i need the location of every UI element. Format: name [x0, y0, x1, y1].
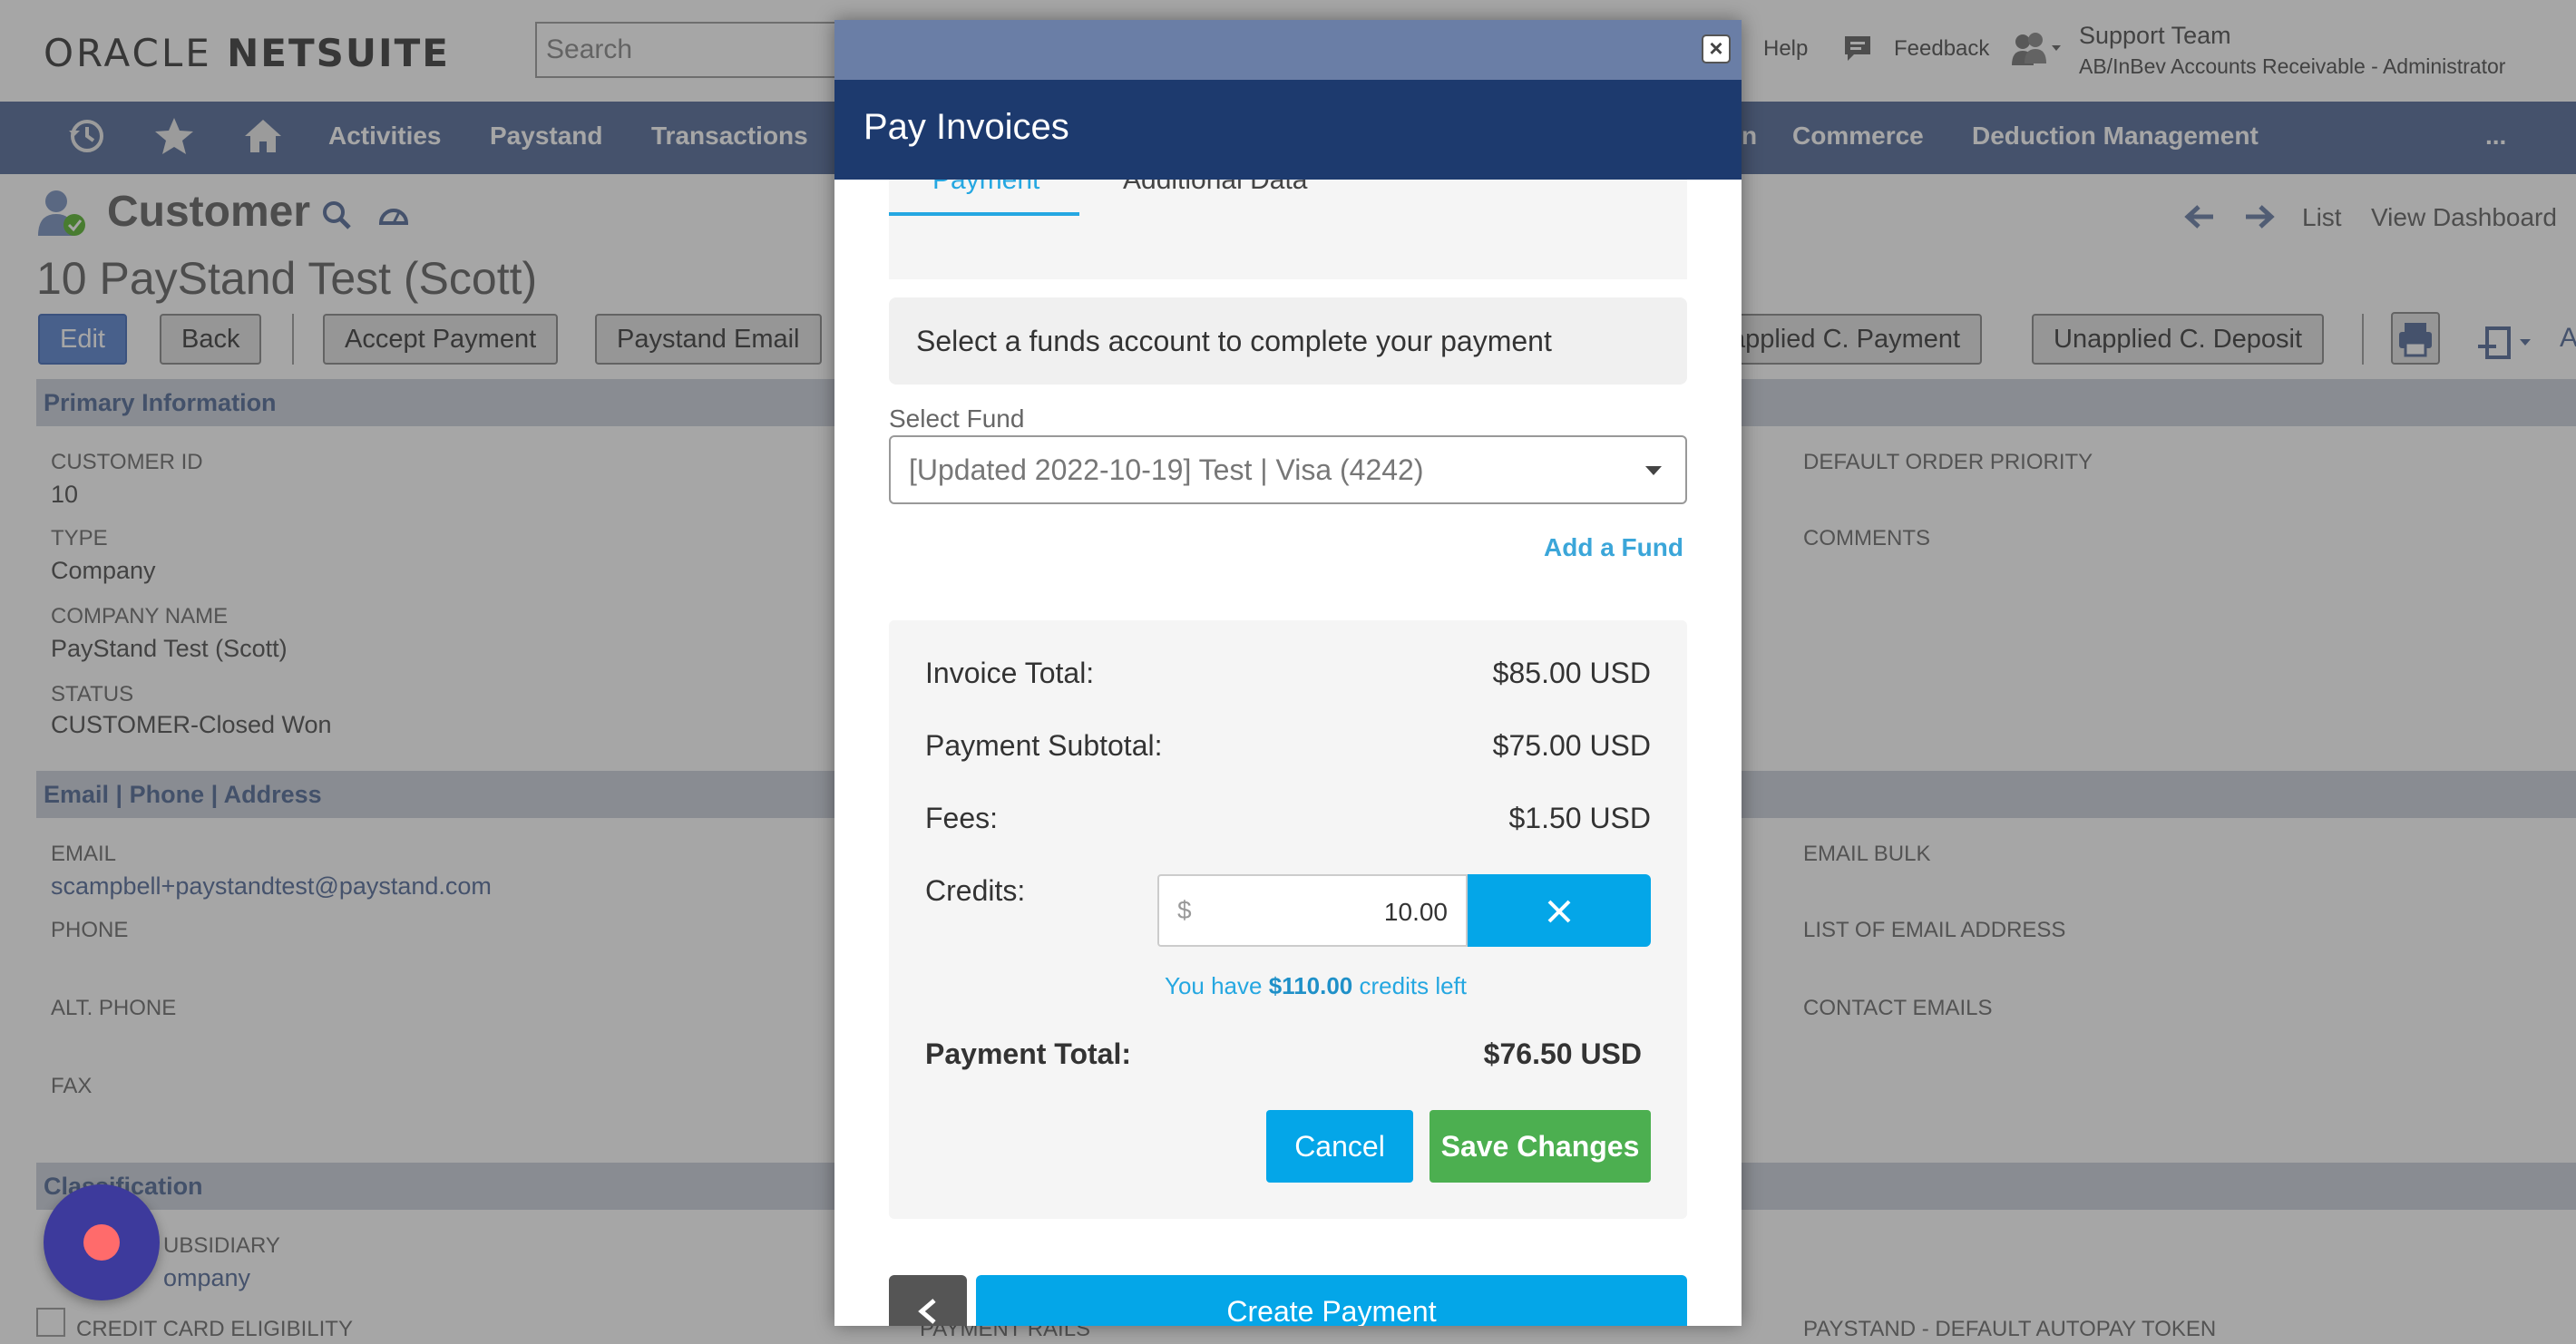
add-fund-link[interactable]: Add a Fund: [1544, 533, 1683, 562]
chat-launcher-button[interactable]: [44, 1184, 160, 1300]
modal-body: Payment Additional Data Select a funds a…: [834, 180, 1742, 1326]
credits-label: Credits:: [925, 874, 1026, 907]
payment-subtotal-label: Payment Subtotal:: [925, 729, 1163, 762]
modal-drag-bar[interactable]: [834, 20, 1742, 80]
credits-amount-value: 10.00: [1383, 898, 1448, 926]
clear-credits-button[interactable]: [1468, 874, 1651, 947]
cancel-button[interactable]: Cancel: [1266, 1110, 1413, 1183]
close-x-icon: [1547, 900, 1571, 923]
back-step-button[interactable]: [889, 1275, 967, 1326]
select-fund-label: Select Fund: [889, 404, 1025, 433]
modal-title: Pay Invoices: [864, 107, 1069, 147]
instruction-banner: Select a funds account to complete your …: [889, 297, 1687, 385]
modal-header: Pay Invoices: [834, 80, 1742, 180]
payment-summary: Invoice Total: $85.00 USD Payment Subtot…: [889, 620, 1687, 1219]
chat-notification-dot: [83, 1224, 120, 1261]
chevron-left-icon: [918, 1299, 936, 1324]
credits-left-amount: $110.00: [1268, 972, 1353, 999]
payment-total-value: $76.50 USD: [1483, 1037, 1642, 1070]
save-changes-button[interactable]: Save Changes: [1429, 1110, 1651, 1183]
credits-currency-symbol: $: [1177, 896, 1192, 924]
fees-label: Fees:: [925, 802, 999, 834]
create-payment-button[interactable]: Create Payment: [976, 1275, 1687, 1326]
close-icon[interactable]: ×: [1702, 34, 1731, 63]
pay-invoices-modal: × Pay Invoices Payment Additional Data S…: [834, 20, 1742, 1326]
invoice-total-value: $85.00 USD: [1492, 657, 1651, 689]
fees-value: $1.50 USD: [1508, 802, 1651, 834]
tab-additional-data[interactable]: Additional Data: [1123, 180, 1307, 196]
tab-strip: Payment Additional Data: [889, 180, 1687, 279]
invoice-total-label: Invoice Total:: [925, 657, 1095, 689]
select-fund-value: [Updated 2022-10-19] Test | Visa (4242): [909, 453, 1424, 486]
tab-payment[interactable]: Payment: [932, 180, 1039, 196]
credits-amount-input[interactable]: $ 10.00: [1157, 874, 1468, 947]
payment-subtotal-value: $75.00 USD: [1492, 729, 1651, 762]
credits-left-note: You have $110.00 credits left: [1165, 972, 1468, 999]
select-fund-dropdown[interactable]: [Updated 2022-10-19] Test | Visa (4242): [889, 435, 1687, 504]
chevron-down-icon: [1645, 466, 1662, 475]
payment-total-label: Payment Total:: [925, 1037, 1131, 1070]
active-tab-indicator: [889, 212, 1079, 216]
